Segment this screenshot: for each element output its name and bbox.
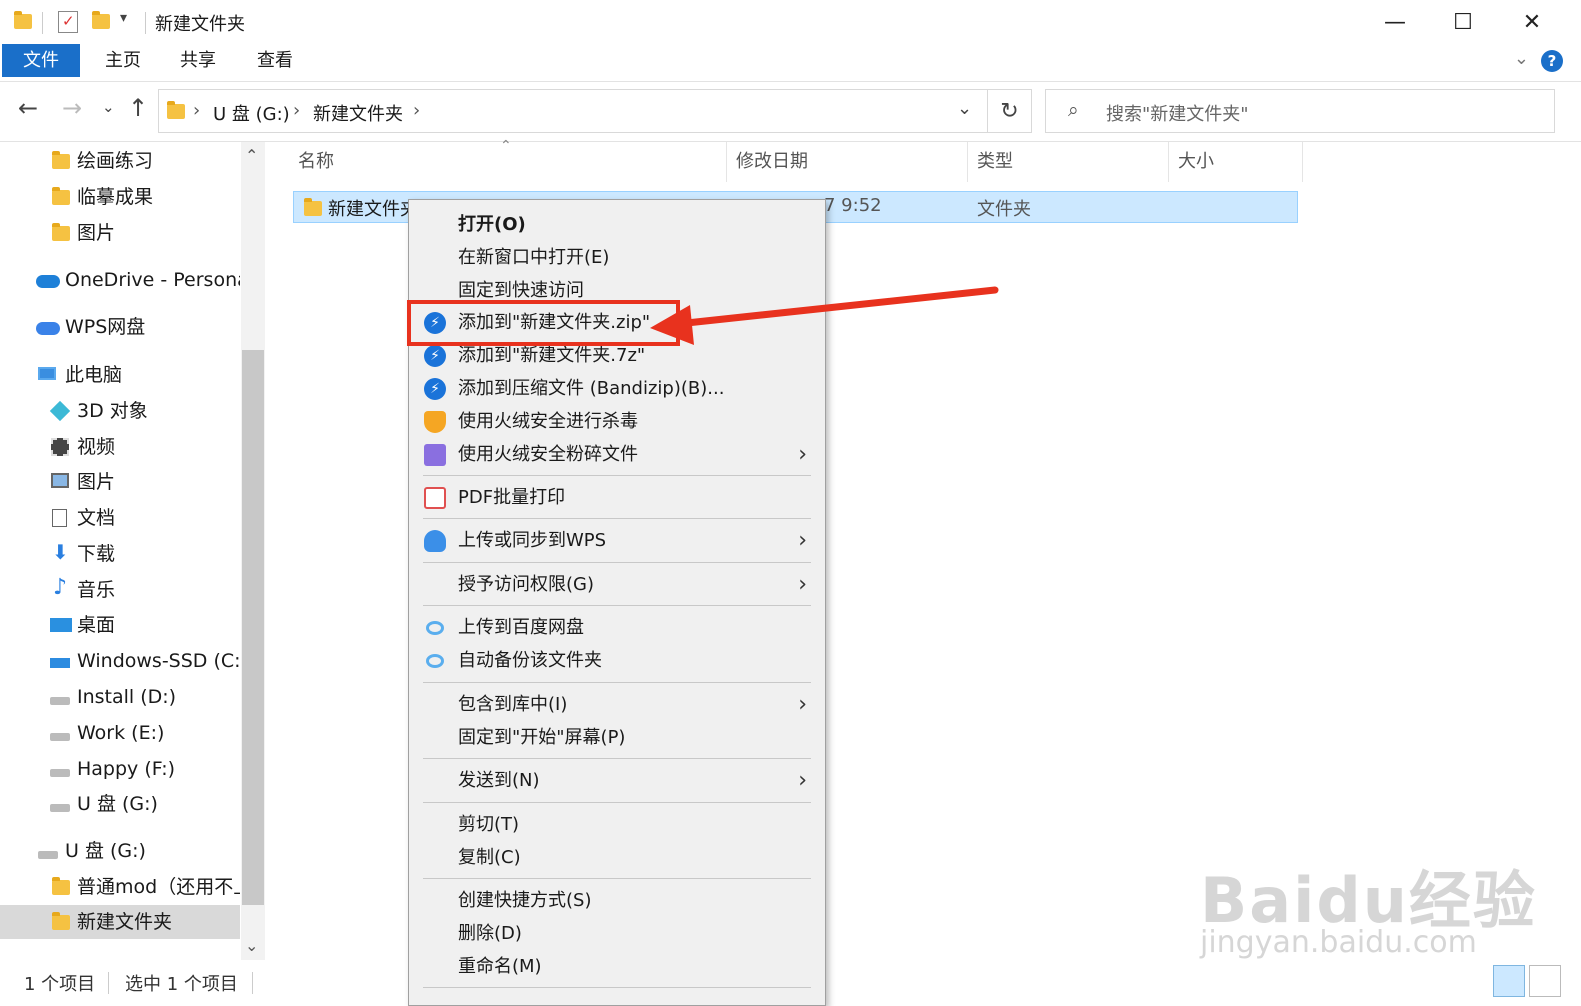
file-explorer-window: ✓ ▾ 新建文件夹 — ☐ ✕ 文件 主页 共享 查看 ⌄ ? ← → ⌄ ↑ …	[0, 0, 1581, 1006]
annotation-arrow-icon	[650, 286, 999, 345]
